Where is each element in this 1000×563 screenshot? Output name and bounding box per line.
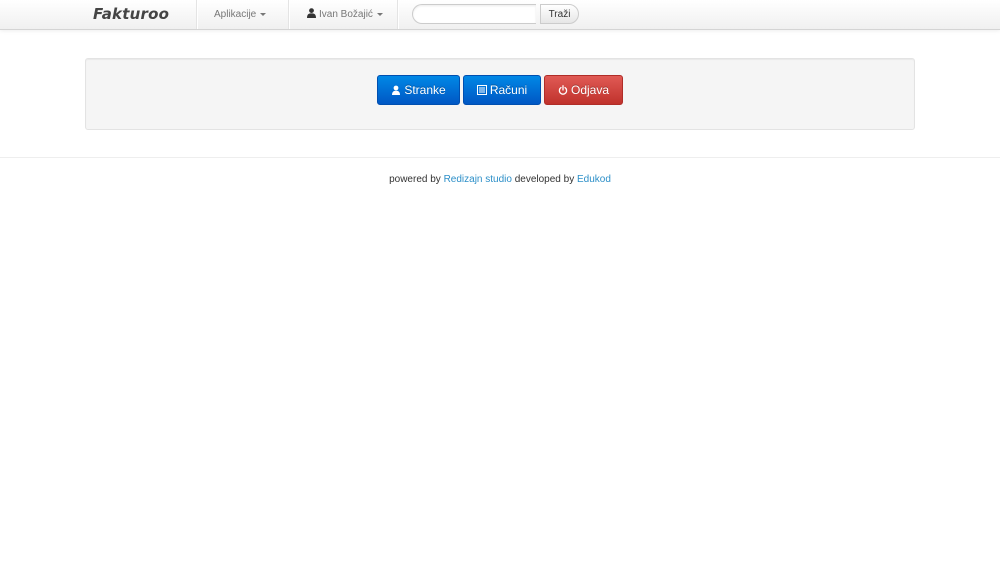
- list-icon: [476, 85, 487, 95]
- clients-button[interactable]: Stranke: [377, 75, 460, 105]
- footer-divider: [0, 157, 1000, 158]
- nav-divider: [196, 0, 198, 29]
- power-icon: [558, 85, 568, 95]
- edukod-link[interactable]: Edukod: [577, 174, 611, 185]
- brand-logo[interactable]: Fakturoo: [93, 5, 169, 23]
- user-icon: [307, 8, 316, 18]
- apps-dropdown-label: Aplikacije: [214, 9, 257, 20]
- user-dropdown-label: Ivan Božajić: [319, 9, 373, 20]
- redizajn-studio-link[interactable]: Redizajn studio: [444, 174, 512, 185]
- clients-button-label: Stranke: [404, 83, 446, 97]
- top-navbar: Fakturoo Aplikacije Ivan Božajić Traži: [0, 0, 1000, 30]
- footer-middle: developed by: [514, 174, 575, 185]
- nav-divider: [397, 0, 399, 29]
- invoices-button[interactable]: Računi: [463, 75, 541, 105]
- search-button[interactable]: Traži: [540, 4, 579, 24]
- footer-prefix: powered by: [389, 174, 441, 185]
- nav-divider: [288, 0, 290, 29]
- user-icon: [392, 85, 401, 95]
- footer: powered by Redizajn studio developed by …: [0, 174, 1000, 185]
- search-input[interactable]: [412, 4, 536, 24]
- caret-down-icon: [376, 12, 383, 16]
- invoices-button-label: Računi: [489, 83, 528, 97]
- logout-button-label: Odjava: [570, 83, 610, 97]
- user-dropdown[interactable]: Ivan Božajić: [307, 0, 383, 29]
- caret-down-icon: [260, 12, 267, 16]
- logout-button[interactable]: Odjava: [544, 75, 623, 105]
- apps-dropdown[interactable]: Aplikacije: [214, 0, 267, 29]
